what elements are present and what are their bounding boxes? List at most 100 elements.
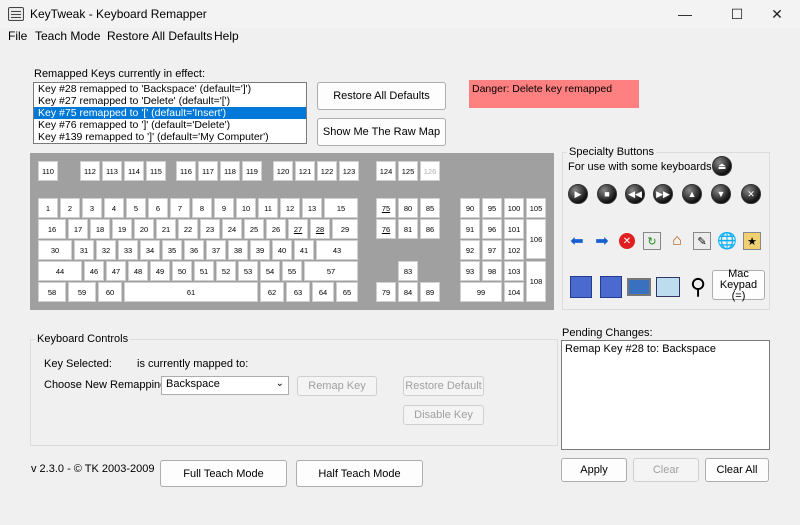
stop-icon[interactable]: ■ [596,183,618,205]
key-112[interactable]: 112 [80,161,100,181]
key-101[interactable]: 101 [504,219,524,239]
key-54[interactable]: 54 [260,261,280,281]
rewind-icon[interactable]: ◀◀ [624,183,646,205]
key-123[interactable]: 123 [339,161,359,181]
clear-all-button[interactable]: Clear All [705,458,769,482]
key-28[interactable]: 28 [310,219,330,239]
key-64[interactable]: 64 [312,282,334,302]
key-5[interactable]: 5 [126,198,146,218]
key-27[interactable]: 27 [288,219,308,239]
key-39[interactable]: 39 [250,240,270,260]
list-item[interactable]: Key #76 remapped to ']' (default='Delete… [34,119,306,131]
key-105[interactable]: 105 [526,198,546,218]
key-108[interactable]: 108 [526,261,546,302]
magnifier-icon[interactable]: ⚲ [683,272,713,302]
key-16[interactable]: 16 [38,219,66,239]
key-60[interactable]: 60 [98,282,122,302]
key-31[interactable]: 31 [74,240,94,260]
key-8[interactable]: 8 [192,198,212,218]
key-65[interactable]: 65 [336,282,358,302]
pending-changes-list[interactable]: Remap Key #28 to: Backspace [561,340,770,450]
forward-arrow-icon[interactable]: ➡ [591,230,613,252]
mac-keypad-button[interactable]: Mac Keypad (=) [712,268,765,301]
play-icon[interactable]: ▶ [567,183,589,205]
list-item[interactable]: Key #139 remapped to ']' (default='My Co… [34,131,306,143]
key-6[interactable]: 6 [148,198,168,218]
key-117[interactable]: 117 [198,161,218,181]
key-24[interactable]: 24 [222,219,242,239]
list-item-selected[interactable]: Key #75 remapped to '[' (default='Insert… [34,107,306,119]
key-75[interactable]: 75 [376,198,396,218]
half-teach-mode-button[interactable]: Half Teach Mode [296,460,423,487]
key-55[interactable]: 55 [282,261,302,281]
key-91[interactable]: 91 [460,219,480,239]
key-21[interactable]: 21 [156,219,176,239]
key-9[interactable]: 9 [214,198,234,218]
key-34[interactable]: 34 [140,240,160,260]
key-46[interactable]: 46 [84,261,104,281]
key-62[interactable]: 62 [260,282,284,302]
remapping-dropdown[interactable]: Backspace ⌄ [161,376,289,395]
key-18[interactable]: 18 [90,219,110,239]
key-63[interactable]: 63 [286,282,310,302]
key-17[interactable]: 17 [68,219,88,239]
key-1[interactable]: 1 [38,198,58,218]
key-52[interactable]: 52 [216,261,236,281]
key-93[interactable]: 93 [460,261,480,281]
media-icon[interactable] [653,272,683,302]
key-38[interactable]: 38 [228,240,248,260]
key-59[interactable]: 59 [68,282,96,302]
key-126[interactable]: 126 [420,161,440,181]
key-84[interactable]: 84 [398,282,418,302]
key-110[interactable]: 110 [38,161,58,181]
show-raw-map-button[interactable]: Show Me The Raw Map [317,118,446,146]
key-115[interactable]: 115 [146,161,166,181]
key-25[interactable]: 25 [244,219,264,239]
key-116[interactable]: 116 [176,161,196,181]
minimize-button[interactable]: — [662,0,708,28]
key-29[interactable]: 29 [332,219,358,239]
key-85[interactable]: 85 [420,198,440,218]
volume-down-icon[interactable]: ▼ [710,183,732,205]
remapped-keys-list[interactable]: Key #28 remapped to 'Backspace' (default… [33,82,307,144]
key-97[interactable]: 97 [482,240,502,260]
key-20[interactable]: 20 [134,219,154,239]
key-37[interactable]: 37 [206,240,226,260]
menu-teach-mode[interactable]: Teach Mode [35,29,100,43]
key-3[interactable]: 3 [82,198,102,218]
key-33[interactable]: 33 [118,240,138,260]
key-95[interactable]: 95 [482,198,502,218]
key-47[interactable]: 47 [106,261,126,281]
list-item[interactable]: Remap Key #28 to: Backspace [565,343,766,355]
list-item[interactable]: Key #27 remapped to 'Delete' (default='[… [34,95,306,107]
key-36[interactable]: 36 [184,240,204,260]
mute-icon[interactable]: ✕ [740,183,762,205]
close-button[interactable]: ✕ [754,0,800,28]
key-83[interactable]: 83 [398,261,418,281]
key-113[interactable]: 113 [102,161,122,181]
key-41[interactable]: 41 [294,240,314,260]
favorites-icon[interactable]: 🌐 [716,230,738,252]
key-10[interactable]: 10 [236,198,256,218]
key-86[interactable]: 86 [420,219,440,239]
key-50[interactable]: 50 [172,261,192,281]
key-40[interactable]: 40 [272,240,292,260]
key-30[interactable]: 30 [38,240,72,260]
eject-icon[interactable]: ⏏ [711,155,733,177]
my-computer-icon[interactable] [566,272,596,302]
key-35[interactable]: 35 [162,240,182,260]
key-90[interactable]: 90 [460,198,480,218]
home-icon[interactable]: ⌂ [666,230,688,252]
key-51[interactable]: 51 [194,261,214,281]
key-57[interactable]: 57 [304,261,358,281]
stop-web-icon[interactable]: ✕ [616,230,638,252]
key-120[interactable]: 120 [273,161,293,181]
key-23[interactable]: 23 [200,219,220,239]
menu-file[interactable]: File [8,29,27,43]
key-49[interactable]: 49 [150,261,170,281]
menu-restore-all-defaults[interactable]: Restore All Defaults [107,29,212,43]
key-22[interactable]: 22 [178,219,198,239]
restore-default-button[interactable]: Restore Default [403,376,484,396]
restore-all-defaults-button[interactable]: Restore All Defaults [317,82,446,110]
key-125[interactable]: 125 [398,161,418,181]
